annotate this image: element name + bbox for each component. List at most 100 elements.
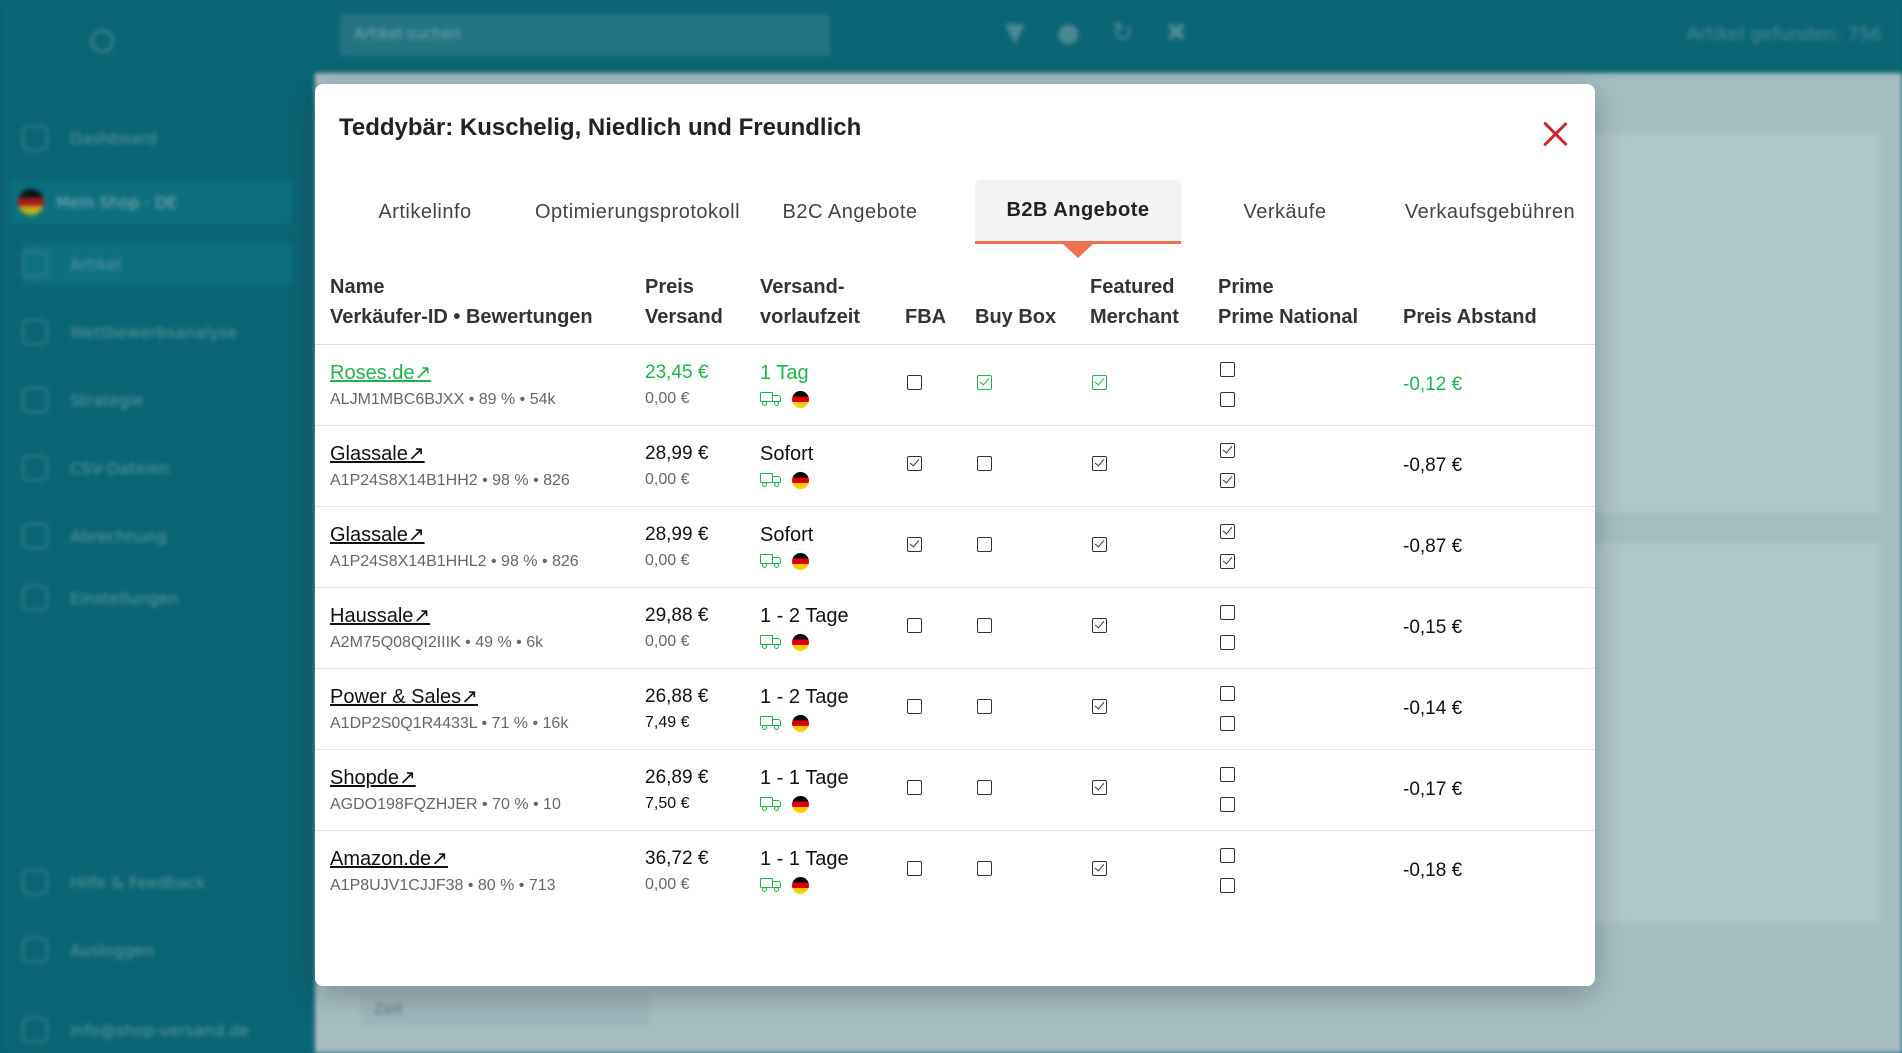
price-cell: 26,89 € 7,50 € (645, 749, 760, 831)
featured-cell (1090, 587, 1218, 669)
truck-icon (760, 797, 782, 811)
germany-flag-icon (792, 795, 809, 813)
prime-checkbox[interactable] (1220, 767, 1235, 782)
truck-icon (760, 878, 782, 893)
prime-checkbox[interactable] (1220, 524, 1235, 539)
seller-link[interactable]: Glassale↗ (330, 443, 425, 465)
prime-cell (1218, 587, 1403, 669)
prime-national-checkbox[interactable] (1220, 635, 1235, 650)
prime-cell (1218, 668, 1403, 750)
tab-optimierungsprotokoll[interactable]: Optimierungsprotokoll (525, 180, 750, 244)
buybox-cell (975, 668, 1090, 750)
prime-cell (1218, 425, 1403, 507)
prime-cell (1218, 749, 1403, 831)
price-cell: 23,45 € 0,00 € (645, 344, 760, 426)
buybox-checkbox[interactable] (977, 779, 992, 795)
delivery-time: 1 - 1 Tage (760, 847, 849, 870)
prime-national-checkbox[interactable] (1220, 797, 1235, 812)
featured-merchant-checkbox[interactable] (1092, 698, 1107, 714)
prime-national-checkbox[interactable] (1220, 716, 1235, 731)
tab-b2b-angebote[interactable]: B2B Angebote (975, 180, 1181, 258)
header-price: Preis Versand (645, 264, 760, 345)
featured-merchant-checkbox[interactable] (1092, 374, 1107, 390)
table-row: Roses.de↗ ALJM1MBC6BJXX • 89 % • 54k 23,45… (315, 344, 1595, 426)
prime-checkbox[interactable] (1220, 605, 1235, 620)
tab-verkaufsgebuehren[interactable]: Verkaufsgebühren (1390, 180, 1590, 244)
featured-merchant-checkbox[interactable] (1092, 536, 1107, 552)
buybox-checkbox[interactable] (977, 536, 992, 552)
prime-national-checkbox[interactable] (1220, 554, 1235, 569)
fba-cell (905, 425, 975, 507)
tab-artikelinfo[interactable]: Artikelinfo (330, 180, 520, 244)
seller-link[interactable]: Glassale↗ (330, 524, 425, 546)
featured-merchant-checkbox[interactable] (1092, 779, 1107, 795)
buybox-checkbox[interactable] (977, 860, 992, 876)
germany-flag-icon (792, 714, 809, 732)
seller-link[interactable]: Power & Sales↗ (330, 686, 478, 708)
delivery-icons (760, 876, 905, 894)
price-diff-cell: -0,14 € (1403, 668, 1595, 750)
fba-cell (905, 587, 975, 669)
prime-national-checkbox[interactable] (1220, 878, 1235, 894)
prime-checkbox[interactable] (1220, 443, 1235, 458)
buybox-cell (975, 587, 1090, 669)
buybox-checkbox[interactable] (977, 617, 992, 633)
prime-checkbox[interactable] (1220, 848, 1235, 864)
tab-b2c-angebote[interactable]: B2C Angebote (755, 180, 945, 244)
header-price-diff: Preis Abstand (1403, 264, 1595, 345)
prime-national-checkbox[interactable] (1220, 392, 1235, 407)
seller-id-rating: AGDO198FQZHJER • 70 % • 10 (330, 796, 561, 813)
price-diff-cell: -0,87 € (1403, 425, 1595, 507)
header-fba: FBA (905, 264, 975, 345)
delivery-icons (760, 552, 905, 570)
truck-icon (760, 716, 782, 730)
featured-merchant-checkbox[interactable] (1092, 455, 1107, 471)
delivery-cell: Sofort (760, 425, 905, 507)
fba-checkbox[interactable] (907, 617, 922, 633)
shipping-value: 7,50 € (645, 794, 690, 812)
fba-cell (905, 668, 975, 750)
prime-checkbox[interactable] (1220, 686, 1235, 701)
prime-national-checkbox[interactable] (1220, 473, 1235, 488)
fba-checkbox[interactable] (907, 860, 922, 876)
tab-verkaeufe[interactable]: Verkäufe (1185, 180, 1385, 244)
delivery-cell: 1 - 1 Tage (760, 830, 905, 911)
seller-cell: Roses.de↗ ALJM1MBC6BJXX • 89 % • 54k (315, 344, 645, 426)
delivery-icons (760, 390, 905, 408)
delivery-icons (760, 471, 905, 489)
fba-checkbox[interactable] (907, 698, 922, 714)
seller-link[interactable]: Shopde↗ (330, 767, 416, 789)
table-row: Amazon.de↗ A1P8UJV1CJJF38 • 80 % • 713 36,… (315, 830, 1595, 911)
truck-icon (760, 554, 782, 568)
fba-checkbox[interactable] (907, 536, 922, 552)
featured-cell (1090, 830, 1218, 911)
buybox-checkbox[interactable] (977, 698, 992, 714)
price-cell: 28,99 € 0,00 € (645, 425, 760, 507)
buybox-cell (975, 425, 1090, 507)
truck-icon (760, 473, 782, 487)
close-icon[interactable] (1537, 116, 1573, 152)
featured-merchant-checkbox[interactable] (1092, 617, 1107, 633)
price-diff-value: -0,87 € (1403, 454, 1463, 476)
offers-body: Roses.de↗ ALJM1MBC6BJXX • 89 % • 54k 23,45… (315, 344, 1595, 911)
fba-checkbox[interactable] (907, 374, 922, 390)
delivery-cell: 1 - 2 Tage (760, 668, 905, 750)
header-prime: Prime Prime National (1218, 264, 1403, 345)
featured-cell (1090, 425, 1218, 507)
seller-link[interactable]: Amazon.de↗ (330, 848, 448, 870)
buybox-checkbox[interactable] (977, 455, 992, 471)
prime-cell (1218, 344, 1403, 426)
truck-icon (760, 392, 782, 406)
seller-cell: Haussale↗ A2M75Q08QI2IIIK • 49 % • 6k (315, 587, 645, 669)
buybox-checkbox[interactable] (977, 374, 992, 390)
fba-checkbox[interactable] (907, 779, 922, 795)
modal-title: Teddybär: Kuschelig, Niedlich und Freund… (339, 114, 862, 141)
featured-merchant-checkbox[interactable] (1092, 860, 1107, 876)
delivery-time: 1 - 1 Tage (760, 766, 849, 789)
prime-checkbox[interactable] (1220, 362, 1235, 377)
fba-checkbox[interactable] (907, 455, 922, 471)
delivery-icons (760, 633, 905, 651)
seller-link[interactable]: Roses.de↗ (330, 362, 431, 384)
delivery-cell: 1 - 2 Tage (760, 587, 905, 669)
seller-link[interactable]: Haussale↗ (330, 605, 430, 627)
